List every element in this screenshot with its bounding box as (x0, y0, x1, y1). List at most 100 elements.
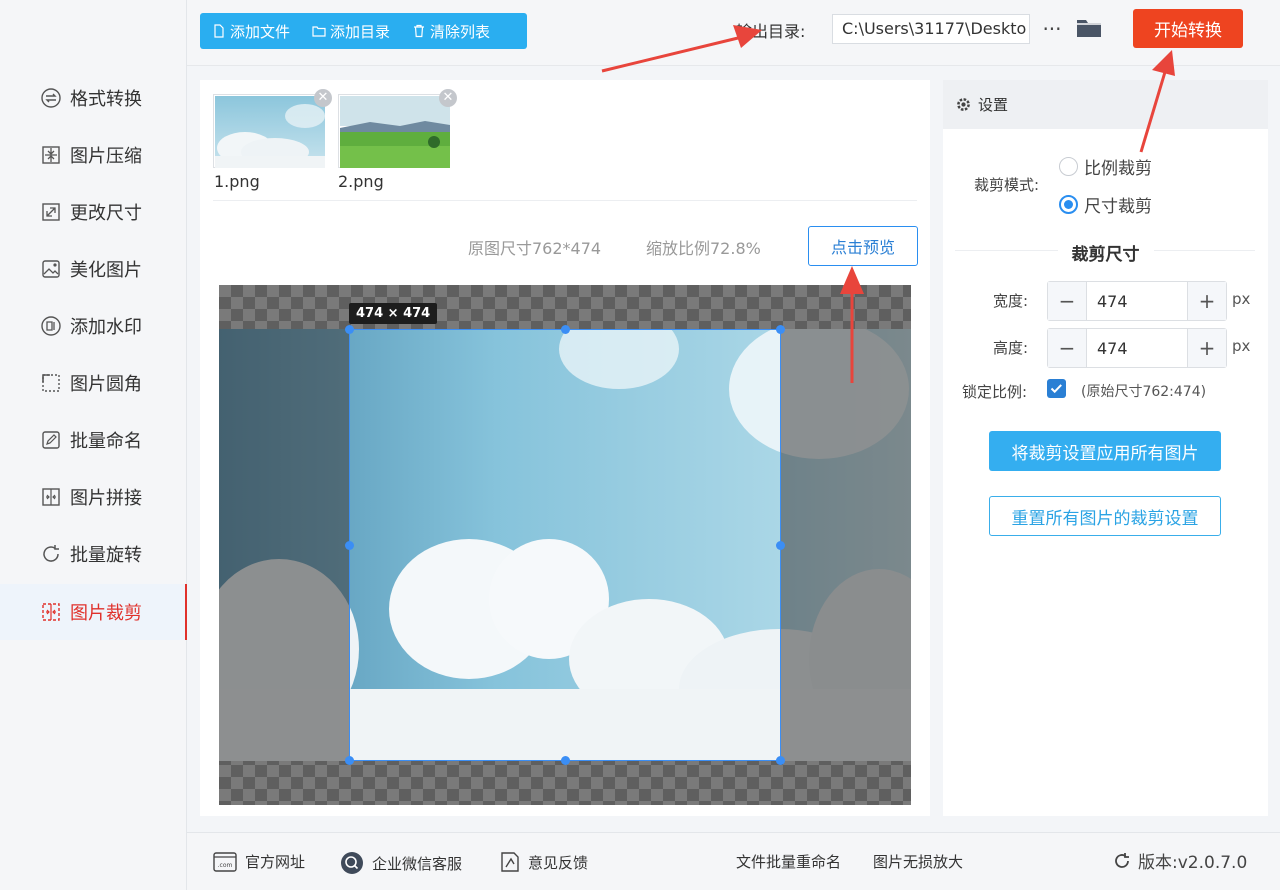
refresh-icon (1115, 852, 1129, 868)
version-text: 版本:v2.0.7.0 (1138, 853, 1248, 873)
sidebar-item-resize[interactable]: 更改尺寸 (0, 184, 187, 240)
resize-icon (40, 201, 62, 223)
sidebar-item-crop[interactable]: 图片裁剪 (0, 584, 187, 640)
radio-ratio-crop[interactable]: 比例裁剪 (1059, 154, 1152, 179)
remove-file-icon[interactable]: ✕ (439, 89, 457, 107)
apply-all-button[interactable]: 将裁剪设置应用所有图片 (989, 431, 1221, 471)
batch-rename-link[interactable]: 文件批量重命名 (736, 851, 841, 872)
rename-icon (40, 429, 62, 451)
divider (213, 200, 917, 201)
open-folder-icon[interactable] (1075, 14, 1103, 42)
width-input[interactable]: 474 (1087, 282, 1187, 320)
start-convert-button[interactable]: 开始转换 (1133, 9, 1243, 48)
crop-handle[interactable] (561, 756, 570, 765)
sidebar-item-compress[interactable]: 图片压缩 (0, 127, 187, 183)
output-dir-label: 输出目录: (736, 22, 806, 41)
output-path-field[interactable]: C:\Users\31177\Deskto (832, 14, 1030, 44)
width-stepper: − 474 + (1047, 281, 1227, 321)
sidebar-item-beautify[interactable]: 美化图片 (0, 241, 187, 297)
sidebar-item-label: 图片拼接 (70, 488, 142, 509)
sidebar-item-stitch[interactable]: 图片拼接 (0, 469, 187, 525)
reset-all-button[interactable]: 重置所有图片的裁剪设置 (989, 496, 1221, 536)
add-directory-label: 添加目录 (330, 22, 391, 41)
width-label: 宽度: (993, 292, 1029, 310)
radio-circle[interactable] (1059, 157, 1078, 176)
height-label: 高度: (993, 339, 1029, 357)
beautify-icon (40, 258, 62, 280)
sidebar-item-rotate[interactable]: 批量旋转 (0, 526, 187, 582)
wechat-label: 企业微信客服 (372, 854, 463, 873)
height-unit: px (1232, 337, 1251, 355)
stitch-icon (40, 486, 62, 508)
width-decrement-button[interactable]: − (1048, 282, 1087, 320)
clear-list-label: 清除列表 (430, 22, 491, 41)
crop-handle[interactable] (345, 541, 354, 550)
sidebar-item-rounded-corner[interactable]: 图片圆角 (0, 355, 187, 411)
lock-ratio-checkbox[interactable] (1047, 379, 1066, 398)
thumbnail-image-sky (215, 96, 325, 168)
feedback-link[interactable]: 意见反馈 (500, 851, 588, 873)
original-size-text: 原图尺寸762*474 (468, 239, 602, 258)
crop-selection-box[interactable] (349, 329, 781, 761)
clear-list-button[interactable]: 清除列表 (412, 21, 490, 42)
footer: .com 官方网址 企业微信客服 意见反馈 文件批量重命名 图片无损放大 版本:… (187, 832, 1280, 890)
crop-mask-left (219, 329, 349, 761)
lossless-label: 图片无损放大 (873, 853, 964, 871)
sidebar-item-label: 批量命名 (70, 431, 142, 452)
radio-size-crop[interactable]: 尺寸裁剪 (1059, 192, 1152, 217)
width-increment-button[interactable]: + (1187, 282, 1226, 320)
radio-label: 尺寸裁剪 (1084, 197, 1152, 217)
radio-circle[interactable] (1059, 195, 1078, 214)
crop-canvas[interactable]: 474 × 474 (219, 285, 911, 805)
sidebar-item-label: 更改尺寸 (70, 203, 142, 224)
height-increment-button[interactable]: + (1187, 329, 1226, 367)
more-options-icon[interactable]: ··· (1039, 14, 1065, 44)
lossless-upscale-link[interactable]: 图片无损放大 (873, 851, 963, 872)
file-thumbnail[interactable]: ✕ (213, 89, 332, 168)
height-input[interactable]: 474 (1087, 329, 1187, 367)
crop-handle[interactable] (776, 541, 785, 550)
height-stepper: − 474 + (1047, 328, 1227, 368)
add-file-button[interactable]: 添加文件 (212, 21, 290, 42)
crop-handle[interactable] (776, 325, 785, 334)
crop-icon (40, 601, 62, 623)
sidebar-item-label: 美化图片 (70, 260, 142, 281)
rounded-corner-icon (40, 372, 62, 394)
gear-icon (957, 98, 970, 111)
crop-handle[interactable] (345, 325, 354, 334)
sidebar-item-rename[interactable]: 批量命名 (0, 412, 187, 468)
wechat-service-link[interactable]: 企业微信客服 (340, 851, 462, 875)
folder-outline-icon (312, 26, 326, 37)
chat-icon (341, 852, 363, 874)
sidebar: 格式转换 图片压缩 更改尺寸 美化图片 添加水印 图片圆角 批量命名 图片拼接 … (0, 0, 187, 890)
crop-size-tag: 474 × 474 (349, 303, 438, 324)
remove-file-icon[interactable]: ✕ (314, 89, 332, 107)
top-toolbar: 添加文件 添加目录 清除列表 输出目录: C:\Users\31177\Desk… (187, 0, 1280, 66)
settings-header: 设置 (943, 80, 1268, 129)
preview-button[interactable]: 点击预览 (808, 226, 918, 266)
sidebar-item-label: 格式转换 (70, 89, 142, 110)
crop-handle[interactable] (776, 756, 785, 765)
crop-mode-label: 裁剪模式: (974, 176, 1040, 194)
add-directory-button[interactable]: 添加目录 (312, 21, 390, 42)
version-info[interactable]: 版本:v2.0.7.0 (1112, 848, 1247, 873)
sidebar-item-label: 添加水印 (70, 317, 142, 338)
crop-handle[interactable] (345, 756, 354, 765)
height-decrement-button[interactable]: − (1048, 329, 1087, 367)
compress-icon (40, 144, 62, 166)
website-link[interactable]: .com 官方网址 (213, 851, 305, 872)
lock-ratio-label: 锁定比例: (962, 383, 1028, 401)
file-thumbnail[interactable]: ✕ (338, 89, 457, 168)
sidebar-item-label: 图片压缩 (70, 146, 142, 167)
section-title-text: 裁剪尺寸 (1057, 245, 1154, 265)
watermark-icon (40, 315, 62, 337)
settings-panel: 设置 裁剪模式: 比例裁剪 尺寸裁剪 裁剪尺寸 宽度: − 474 + px 高… (943, 80, 1268, 816)
crop-handle[interactable] (561, 325, 570, 334)
svg-text:.com: .com (218, 862, 233, 869)
original-ratio-note: (原始尺寸762:474) (1081, 384, 1207, 400)
feedback-icon (501, 852, 519, 872)
sidebar-item-watermark[interactable]: 添加水印 (0, 298, 187, 354)
sidebar-item-format-convert[interactable]: 格式转换 (0, 70, 187, 126)
file-icon (214, 24, 224, 38)
thumbnail-image-field (340, 96, 450, 168)
